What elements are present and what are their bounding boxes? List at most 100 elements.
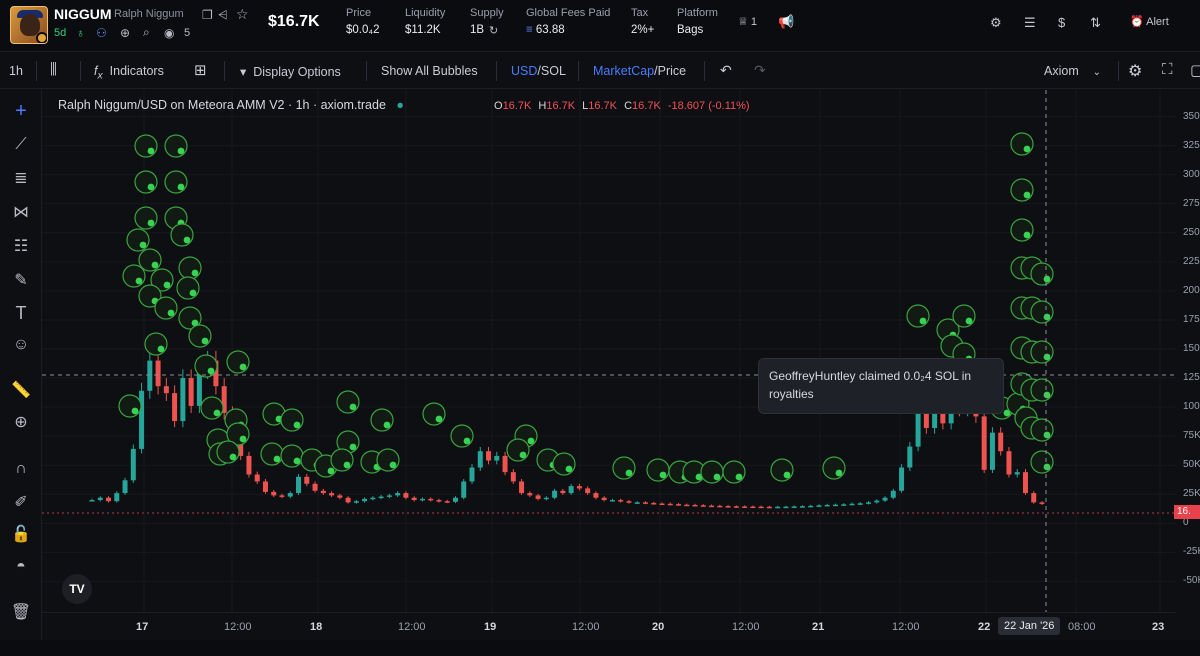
trash-icon[interactable]: 🗑 xyxy=(10,602,32,624)
candle-down xyxy=(1039,502,1045,504)
last-price-label: 16. xyxy=(1174,505,1200,519)
candle-up xyxy=(832,504,838,507)
y-tick-label: 75K xyxy=(1183,430,1200,442)
candle-up xyxy=(461,481,467,498)
lock-icon[interactable]: 🔓 xyxy=(10,524,32,546)
copy-icon[interactable]: ❐ xyxy=(202,9,213,21)
trade-bubble-dot xyxy=(239,435,247,443)
trade-bubble-dot xyxy=(349,443,357,451)
tradingview-logo[interactable]: TV xyxy=(62,574,92,604)
ohlc-change: -18.607 (-0.11%) xyxy=(667,100,750,112)
display-options-button[interactable]: ▾ Display Options xyxy=(240,64,341,79)
indicators-button[interactable]: fx Indicators xyxy=(94,64,164,82)
list-icon[interactable]: ☰ xyxy=(1024,15,1036,31)
magnet-icon[interactable]: ∩ xyxy=(10,458,32,480)
ruler-icon[interactable]: 📏 xyxy=(10,380,32,402)
pitchfork-icon[interactable]: ⋈ xyxy=(10,202,32,224)
horizontal-lines-icon[interactable]: ≣ xyxy=(10,168,32,190)
share-icon[interactable]: ⩤ xyxy=(218,9,228,21)
ohlc-close: 16.7K xyxy=(632,100,661,112)
dev-holdings[interactable]: ♕ 1 xyxy=(738,15,757,28)
trade-bubble-dot xyxy=(1043,313,1051,321)
stat-liquidity: Liquidity $11.2K xyxy=(405,7,445,36)
settings-icon[interactable]: ⚙ xyxy=(990,15,1002,31)
trade-bubble xyxy=(1030,340,1054,364)
trade-bubble xyxy=(1010,178,1034,202)
swap-icon[interactable]: ⇅ xyxy=(1090,15,1101,31)
token-name[interactable]: Ralph Niggum xyxy=(114,8,184,20)
trade-bubble-dot xyxy=(1043,391,1051,399)
trade-bubble-dot xyxy=(435,415,443,423)
trade-bubbles[interactable] xyxy=(118,132,1054,484)
divider xyxy=(224,61,225,81)
trade-bubble xyxy=(280,444,304,468)
redo-icon[interactable]: ↷ xyxy=(754,62,766,79)
chart-canvas[interactable] xyxy=(42,90,1176,612)
globe-icon[interactable]: ⊕ xyxy=(120,27,130,39)
trade-bubble-dot xyxy=(713,473,721,481)
fullscreen-icon[interactable]: ⛶ xyxy=(1162,61,1173,78)
candle-up xyxy=(97,497,103,501)
megaphone-icon[interactable]: 📢 xyxy=(778,14,794,30)
undo-icon[interactable]: ↶ xyxy=(720,62,732,79)
gear-icon[interactable]: ⚙ xyxy=(1128,61,1142,81)
x-tick-label: 12:00 xyxy=(732,621,760,633)
screenshot-icon[interactable]: ▢ xyxy=(1190,61,1200,79)
crosshair-icon[interactable]: + xyxy=(10,100,32,122)
mode-toggle[interactable]: MarketCap/Price xyxy=(593,64,686,78)
trade-bubble-dot xyxy=(207,367,215,375)
trade-bubble-dot xyxy=(239,363,247,371)
stat-value: 2%+ xyxy=(631,24,655,36)
candles-icon[interactable]: ⫼ xyxy=(50,61,57,78)
candle-down xyxy=(750,506,756,509)
y-tick-label: 125K xyxy=(1183,372,1200,384)
fib-retracement-icon[interactable]: ☷ xyxy=(10,236,32,258)
alarm-icon: ⏰ xyxy=(1130,16,1147,28)
candle-up xyxy=(378,496,384,499)
stat-value: $11.2K xyxy=(405,24,441,36)
show-all-bubbles-button[interactable]: Show All Bubbles xyxy=(381,64,478,78)
x-tick-label: 21 xyxy=(812,621,825,633)
emoji-icon[interactable]: ☺ xyxy=(10,334,32,356)
candle-down xyxy=(742,506,748,508)
search-icon[interactable]: ⌕ xyxy=(143,26,150,38)
visibility-icon[interactable]: ◓ xyxy=(10,556,32,578)
candle-down xyxy=(262,481,268,492)
trade-bubble-dot xyxy=(163,281,171,289)
trade-bubble-dot xyxy=(463,437,471,445)
alert-button[interactable]: ⏰ Alert xyxy=(1130,15,1169,28)
time-axis[interactable]: 17 12:00 18 12:00 19 12:00 20 12:00 21 12:00 22 08:… xyxy=(42,612,1176,640)
zoom-in-icon[interactable]: ⊕ xyxy=(10,412,32,434)
dollar-icon[interactable]: $ xyxy=(1058,15,1065,30)
text-tool-icon[interactable]: T xyxy=(10,302,32,324)
price-axis[interactable]: 350K 325K 300K 275K 250K 225K 200K 175K 150K 125K… xyxy=(1176,90,1200,612)
divider xyxy=(36,61,37,81)
source-select[interactable]: Axiom ⌄ xyxy=(1044,64,1101,78)
currency-toggle[interactable]: USD/SOL xyxy=(511,64,566,78)
token-avatar[interactable] xyxy=(10,6,48,44)
stat-tax: Tax 2%+ xyxy=(631,7,654,36)
divider xyxy=(704,61,705,81)
stat-label: Supply xyxy=(470,7,504,19)
layout-grid-icon[interactable]: ⊞ xyxy=(194,61,207,79)
live-dot-icon: ● xyxy=(396,98,404,112)
lock-drawing-icon[interactable]: ✐ xyxy=(10,492,32,514)
star-icon[interactable]: ☆ xyxy=(236,7,249,21)
interval-button[interactable]: 1h xyxy=(9,64,23,78)
candle-down xyxy=(601,497,607,501)
ohlc-o-label: O xyxy=(494,100,503,112)
trend-line-icon[interactable]: ⟋ xyxy=(10,134,32,156)
price-chart[interactable]: Ralph Niggum/USD on Meteora AMM V2 · 1h … xyxy=(42,90,1176,612)
y-tick-label: 275K xyxy=(1183,197,1200,209)
candle-down xyxy=(626,501,632,503)
divider xyxy=(496,61,497,81)
trade-bubble-dot xyxy=(177,147,185,155)
trade-bubble xyxy=(1030,378,1054,402)
token-ticker: NIGGUM xyxy=(54,6,112,22)
x-tick-label: 20 xyxy=(652,621,665,633)
brush-icon[interactable]: ✎ xyxy=(10,270,32,292)
candle-down xyxy=(486,451,492,461)
users-icon[interactable]: ⚇ xyxy=(96,27,107,39)
candle-down xyxy=(172,393,178,422)
solana-icon: ≡ xyxy=(526,24,536,36)
